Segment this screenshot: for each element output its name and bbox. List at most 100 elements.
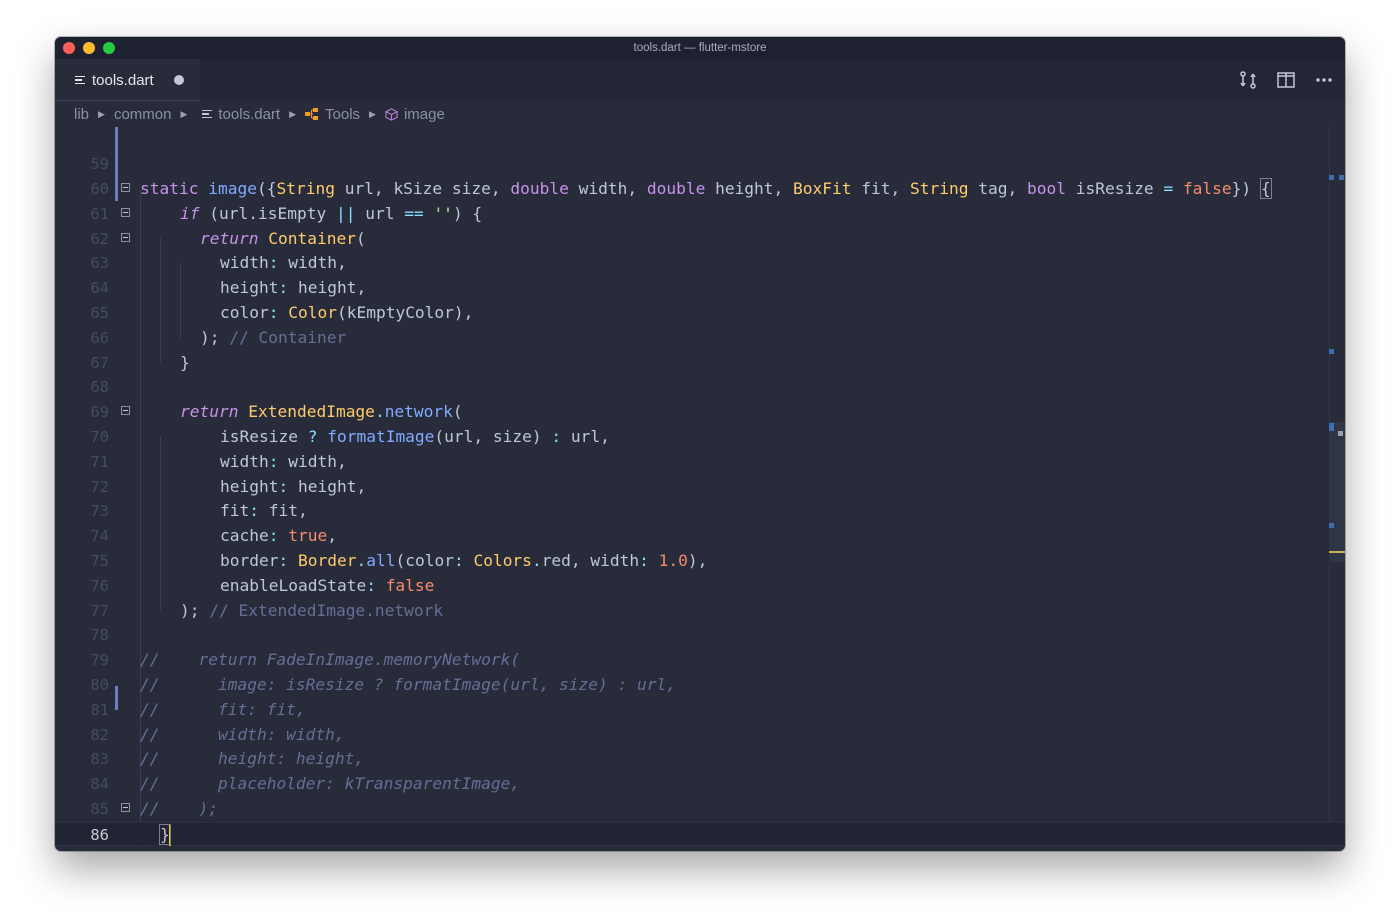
code-text: width: width, <box>220 450 347 475</box>
maximize-window-button[interactable] <box>103 42 115 54</box>
code-line[interactable]: 59 <box>55 152 1345 177</box>
code-line[interactable]: 60 static image({String url, kSize size, … <box>55 177 1345 202</box>
code-line[interactable]: 85 // ); <box>55 797 1345 822</box>
code-token: : <box>453 550 464 570</box>
code-line[interactable]: 76 enableLoadState: false <box>55 574 1345 599</box>
code-token: fit, <box>259 501 308 521</box>
split-editor-icon[interactable] <box>1276 70 1296 90</box>
code-token: height, <box>288 476 367 496</box>
breadcrumb-method[interactable]: image <box>404 106 445 123</box>
fold-toggle-icon[interactable] <box>121 232 130 242</box>
code-line[interactable]: 78 <box>55 623 1345 648</box>
code-line[interactable]: 65 color: Color(kEmptyColor), <box>55 301 1345 326</box>
code-token: // image: isResize ? formatImage(url, si… <box>140 674 677 694</box>
code-token: (url, size) <box>434 426 552 446</box>
line-number: 65 <box>90 303 109 322</box>
code-token: kSize size, <box>393 178 511 198</box>
code-line[interactable]: 70 isResize ? formatImage(url, size) : ur… <box>55 425 1345 450</box>
code-token: bool <box>1026 178 1066 198</box>
open-changes-icon[interactable] <box>1238 70 1258 90</box>
line-number: 69 <box>90 403 109 422</box>
unsaved-dot-icon[interactable] <box>174 75 184 85</box>
chevron-right-icon: ▶ <box>369 108 376 119</box>
code-line[interactable]: 74 cache: true, <box>55 524 1345 549</box>
line-number: 66 <box>90 328 109 347</box>
code-line[interactable]: 62 return Container( <box>55 227 1345 252</box>
line-number: 78 <box>90 626 109 645</box>
code-line[interactable]: 72 height: height, <box>55 475 1345 500</box>
line-number: 87 <box>55 847 109 852</box>
code-line[interactable]: 82 // width: width, <box>55 723 1345 748</box>
code-token: enableLoadState <box>220 575 367 595</box>
minimize-window-button[interactable] <box>83 42 95 54</box>
line-number: 63 <box>90 254 109 273</box>
code-line[interactable]: 81 // fit: fit, <box>55 698 1345 723</box>
line-number: 74 <box>90 527 109 546</box>
code-line[interactable]: 83 // height: height, <box>55 747 1345 772</box>
fold-toggle-icon[interactable] <box>121 207 130 217</box>
code-line[interactable]: 73 fit: fit, <box>55 499 1345 524</box>
code-token: : <box>278 278 289 298</box>
code-token: double <box>646 178 706 198</box>
code-line[interactable]: 66); // Container <box>55 326 1345 351</box>
code-line[interactable]: 86} <box>55 821 1345 848</box>
code-token: color <box>220 302 269 322</box>
tab-label: tools.dart <box>92 71 154 89</box>
code-token: height <box>220 278 279 298</box>
code-text: isResize ? formatImage(url, size) : url, <box>220 425 610 450</box>
code-text: return ExtendedImage.network( <box>180 400 463 425</box>
more-actions-icon[interactable] <box>1314 70 1334 90</box>
code-line[interactable]: 69 return ExtendedImage.network( <box>55 400 1345 425</box>
fold-toggle-icon[interactable] <box>121 802 130 812</box>
code-token: // placeholder: kTransparentImage, <box>140 774 521 794</box>
close-window-button[interactable] <box>63 42 75 54</box>
code-editor[interactable]: 59 60 static image({String url, kSize size… <box>55 127 1345 851</box>
code-token: ({ <box>256 178 277 198</box>
line-number: 80 <box>90 675 109 694</box>
fold-toggle-icon[interactable] <box>121 406 130 416</box>
code-line[interactable]: 77); // ExtendedImage.network <box>55 599 1345 624</box>
code-token: red, width <box>541 550 640 570</box>
code-token: double <box>510 178 569 198</box>
fold-toggle-icon[interactable] <box>121 182 130 192</box>
tab-tools-dart[interactable]: tools.dart <box>55 59 200 101</box>
code-token: return <box>180 402 239 422</box>
code-line[interactable]: 79 // return FadeInImage.memoryNetwork( <box>55 648 1345 673</box>
code-line[interactable]: 84 // placeholder: kTransparentImage, <box>55 772 1345 797</box>
code-line[interactable]: 68 <box>55 375 1345 400</box>
code-token: // Container <box>229 327 347 347</box>
code-token: false <box>1182 178 1232 198</box>
breadcrumb-common[interactable]: common <box>114 106 172 123</box>
code-token: height, <box>705 178 794 198</box>
line-number: 70 <box>90 427 109 446</box>
code-line[interactable]: 75 border: Border.all(color: Colors.red, … <box>55 549 1345 574</box>
code-line[interactable]: 67} <box>55 351 1345 376</box>
breadcrumb-lib[interactable]: lib <box>74 106 89 123</box>
code-text: // height: height, <box>140 747 364 772</box>
code-text: } <box>159 823 171 848</box>
title-bar: tools.dart — flutter-mstore <box>55 37 1345 59</box>
code-token: // fit: fit, <box>140 699 306 719</box>
code-token: ); <box>200 327 220 347</box>
code-text: // ); <box>140 797 218 822</box>
code-line[interactable]: 64 height: height, <box>55 276 1345 301</box>
breadcrumb-file[interactable]: tools.dart <box>218 106 280 123</box>
code-line[interactable]: 61 if (url.isEmpty || url == '') { <box>55 202 1345 227</box>
code-line[interactable]: 63 width: width, <box>55 251 1345 276</box>
line-number: 61 <box>90 204 109 223</box>
code-text: enableLoadState: false <box>220 574 434 599</box>
code-line[interactable]: 87 <box>55 847 1345 852</box>
code-line[interactable]: 80 // image: isResize ? formatImage(url, … <box>55 673 1345 698</box>
code-token: width, <box>568 178 647 198</box>
code-token: tag, <box>968 178 1027 198</box>
code-token: : <box>278 550 289 570</box>
breadcrumb-class[interactable]: Tools <box>325 106 360 123</box>
code-token: height, <box>288 278 367 298</box>
code-line[interactable]: 71 width: width, <box>55 450 1345 475</box>
